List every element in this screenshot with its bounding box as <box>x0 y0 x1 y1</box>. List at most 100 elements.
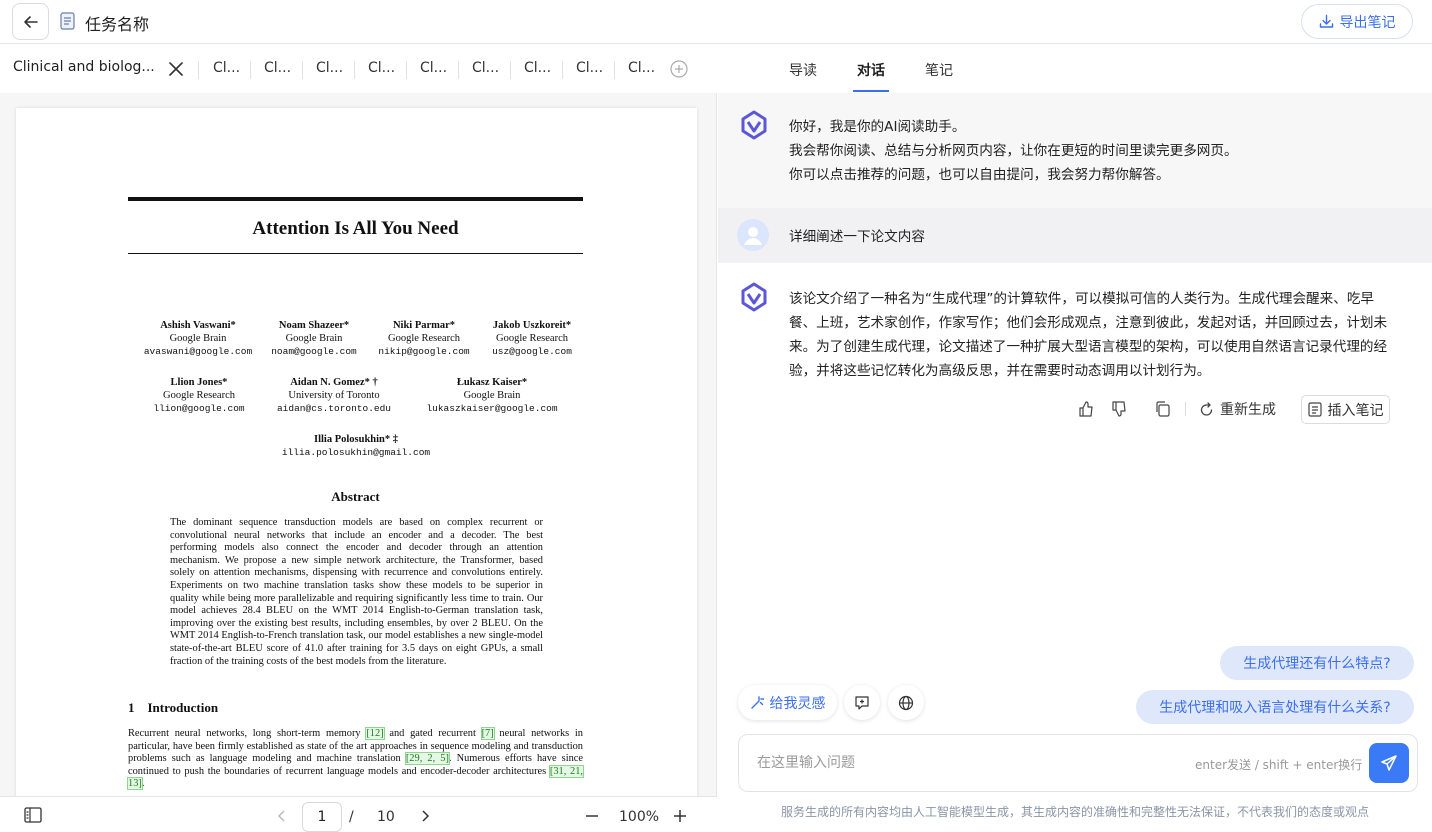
author-affiliation: Google Research <box>162 390 235 401</box>
author-email: avaswani@google.com <box>143 346 253 357</box>
insert-note-label: 插入笔记 <box>1327 402 1384 419</box>
assistant-logo-icon <box>741 110 767 140</box>
tab-notes[interactable]: 笔记 <box>925 60 953 80</box>
tab-divider <box>614 61 615 79</box>
citation-link[interactable]: [12] <box>365 727 385 740</box>
author-affiliation: Google Brain <box>169 333 227 344</box>
greeting-line: 你可以点击推荐的问题，也可以自由提问，我会努力帮你解答。 <box>789 167 1170 183</box>
assistant-pane: 导读 对话 笔记 你好，我是你的AI阅读助手。 我会帮你阅读、总结与分析网页内容… <box>718 45 1432 832</box>
note-icon <box>1307 402 1322 417</box>
download-icon <box>1319 14 1333 28</box>
author-affiliation: Google Brain <box>463 390 521 401</box>
tab-document[interactable]: Cl... <box>576 60 603 76</box>
citation-link[interactable]: [29, 2, 5] <box>404 752 450 766</box>
back-button[interactable] <box>12 3 49 40</box>
thumbs-up-icon[interactable] <box>1078 401 1094 417</box>
zoom-level: 100% <box>619 809 660 825</box>
intro-text-run: . <box>141 778 145 790</box>
refresh-icon <box>1200 401 1213 416</box>
greeting-line: 我会帮你阅读、总结与分析网页内容，让你在更短的时间里读完更多网页。 <box>789 143 1238 159</box>
web-search-button[interactable] <box>888 685 924 720</box>
tab-divider <box>406 61 407 79</box>
author-affiliation: Google Research <box>495 333 568 344</box>
copy-icon[interactable] <box>1155 401 1171 417</box>
tab-divider <box>354 61 355 79</box>
question-input-box: enter发送 / shift + enter换行 <box>738 734 1418 792</box>
inspire-me-label: 给我灵感 <box>769 695 826 712</box>
suggested-question[interactable]: 生成代理和吸入语言处理有什么关系? <box>1136 690 1414 724</box>
send-button[interactable] <box>1369 743 1409 783</box>
send-icon <box>1381 755 1397 771</box>
author-block: Ashish Vaswani* Google Brain avaswani@go… <box>128 319 268 358</box>
insert-note-button[interactable]: 插入笔记 <box>1301 395 1390 424</box>
author-email: lukaszkaiser@google.com <box>426 403 558 414</box>
author-name: Aidan N. Gomez* † <box>290 377 378 388</box>
export-notes-button[interactable]: 导出笔记 <box>1301 4 1413 39</box>
thumbs-down-icon[interactable] <box>1111 401 1127 417</box>
tab-document[interactable]: Cl... <box>420 60 447 76</box>
tab-document[interactable]: Cl... <box>524 60 551 76</box>
tab-document[interactable]: Cl... <box>368 60 395 76</box>
tab-active-document[interactable]: Clinical and biolog... <box>13 59 155 75</box>
chevron-right-icon[interactable] <box>419 809 431 823</box>
author-affiliation: Google Brain <box>285 333 343 344</box>
close-icon[interactable] <box>166 59 186 79</box>
section-heading: 1 Introduction <box>128 700 219 715</box>
tab-divider <box>250 61 251 79</box>
total-pages: 10 <box>377 809 395 825</box>
abstract-text: The dominant sequence transduction model… <box>170 517 543 667</box>
inspire-me-button[interactable]: 给我灵感 <box>738 685 837 720</box>
title-rule-bottom <box>128 253 583 254</box>
zoom-out-icon[interactable] <box>585 809 599 823</box>
author-email: usz@google.com <box>492 346 572 357</box>
tab-divider <box>198 61 199 79</box>
author-block: Llion Jones* Google Research llion@googl… <box>133 376 265 415</box>
tab-document[interactable]: Cl... <box>316 60 343 76</box>
introduction-text: Recurrent neural networks, long short-te… <box>127 727 584 791</box>
message-plus-icon <box>855 695 869 710</box>
tab-guide[interactable]: 导读 <box>789 60 817 80</box>
author-name: Noam Shazeer* <box>278 320 350 331</box>
tab-document[interactable]: Cl... <box>213 60 240 76</box>
author-affiliation: University of Toronto <box>288 390 380 401</box>
add-tab-icon[interactable] <box>670 60 688 78</box>
intro-text-run: and gated recurrent <box>383 728 482 739</box>
top-bar: 任务名称 导出笔记 <box>0 0 1432 44</box>
regenerate-button[interactable]: 重新生成 <box>1199 395 1276 423</box>
page-number-input[interactable]: 1 <box>302 802 342 832</box>
author-block: Noam Shazeer* Google Brain noam@google.c… <box>264 319 364 358</box>
author-email: illia.polosukhin@gmail.com <box>281 447 431 458</box>
title-rule-top <box>128 197 583 201</box>
chevron-left-icon[interactable] <box>276 809 288 823</box>
tab-document[interactable]: Cl... <box>264 60 291 76</box>
magic-wand-icon <box>750 695 764 709</box>
author-name: Łukasz Kaiser* <box>456 377 528 388</box>
tab-document[interactable]: Cl... <box>628 60 655 76</box>
tab-document[interactable]: Cl... <box>472 60 499 76</box>
active-tab-indicator <box>853 90 889 92</box>
globe-icon <box>898 695 914 710</box>
user-avatar-icon <box>737 219 769 251</box>
input-hint: enter发送 / shift + enter换行 <box>1195 758 1363 772</box>
sidebar-toggle-icon[interactable] <box>24 807 42 823</box>
citation-link[interactable]: [7] <box>480 727 495 740</box>
paper-title: Attention Is All You Need <box>252 218 459 239</box>
pdf-toolbar: 1 / 10 100% <box>0 796 717 832</box>
greeting-line: 你好，我是你的AI阅读助手。 <box>789 119 966 135</box>
author-email: nikip@google.com <box>378 346 470 357</box>
zoom-in-icon[interactable] <box>673 809 687 823</box>
author-name: Ashish Vaswani* <box>160 320 236 331</box>
feedback-button[interactable] <box>844 685 880 720</box>
page-separator: / <box>349 809 354 825</box>
author-name: Llion Jones* <box>170 377 228 388</box>
user-message-text: 详细阐述一下论文内容 <box>789 229 925 245</box>
suggested-question[interactable]: 生成代理还有什么特点? <box>1220 646 1414 680</box>
pdf-viewer[interactable]: Attention Is All You Need Ashish Vaswani… <box>0 93 717 796</box>
action-divider <box>1185 402 1186 416</box>
author-name: Illia Polosukhin* ‡ <box>313 434 399 445</box>
tab-chat[interactable]: 对话 <box>857 60 885 80</box>
document-tab-bar: Clinical and biolog... Cl... Cl... Cl...… <box>0 45 717 93</box>
tab-divider <box>458 61 459 79</box>
export-notes-label: 导出笔记 <box>1339 14 1396 31</box>
question-input[interactable] <box>757 749 1177 777</box>
